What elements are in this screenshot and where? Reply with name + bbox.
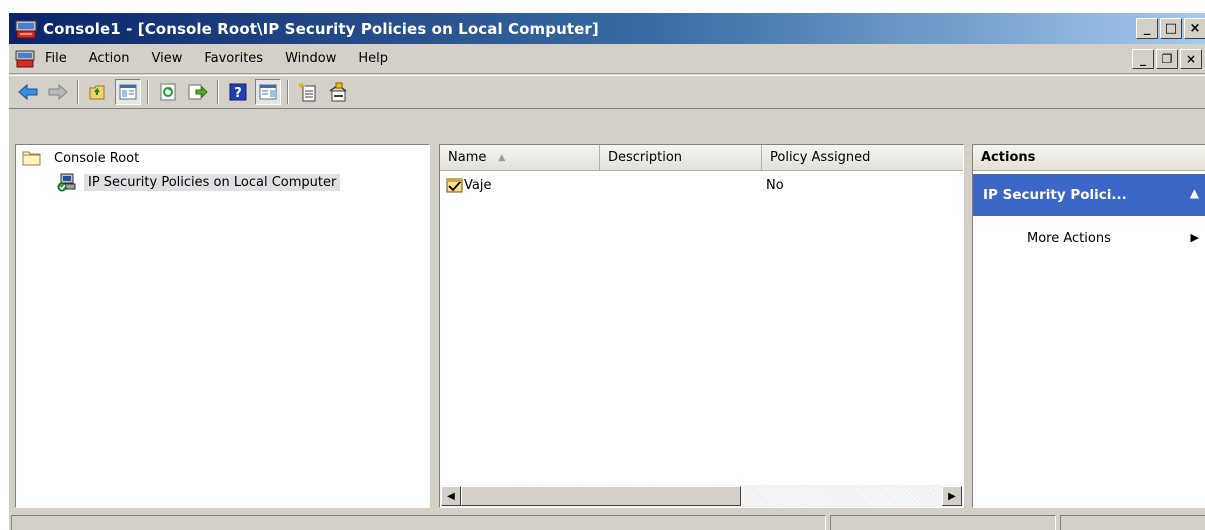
- menu-help[interactable]: Help: [358, 51, 388, 66]
- column-header-policy-assigned[interactable]: Policy Assigned: [762, 145, 963, 171]
- svg-text:?: ?: [234, 86, 242, 101]
- mmc-app-icon: [15, 19, 37, 39]
- status-bar: [9, 513, 1205, 530]
- collapse-up-icon[interactable]: ▲: [1190, 186, 1199, 200]
- tree-item-console-root[interactable]: Console Root: [22, 147, 143, 169]
- scroll-left-button[interactable]: ◀: [441, 486, 461, 506]
- status-panel-main: [11, 515, 826, 530]
- new-policy-icon[interactable]: [295, 79, 321, 105]
- help-icon[interactable]: ?: [225, 79, 251, 105]
- show-action-pane-icon[interactable]: [255, 79, 281, 105]
- back-icon[interactable]: [15, 79, 41, 105]
- scroll-right-button[interactable]: ▶: [942, 486, 962, 506]
- column-header-label: Name: [448, 150, 487, 165]
- status-panel-3: [1060, 515, 1205, 530]
- scrollbar-thumb[interactable]: [461, 486, 741, 506]
- mdi-close-button[interactable]: ×: [1180, 49, 1202, 69]
- menu-view[interactable]: View: [151, 51, 182, 66]
- menu-file[interactable]: File: [45, 51, 67, 66]
- window-title: Console1 - [Console Root\IP Security Pol…: [43, 19, 599, 38]
- folder-icon: [22, 149, 42, 167]
- actions-group-ip-security-policies[interactable]: IP Security Polici... ▲: [973, 174, 1205, 216]
- policy-name: Vaje: [464, 178, 492, 193]
- toolbar-separator: [77, 80, 79, 104]
- menu-bar: File Action View Favorites Window Help _…: [9, 44, 1205, 74]
- toolbar-separator: [287, 80, 289, 104]
- export-list-icon[interactable]: [185, 79, 211, 105]
- maximize-button[interactable]: □: [1160, 18, 1182, 39]
- title-bar[interactable]: Console1 - [Console Root\IP Security Pol…: [9, 13, 1205, 44]
- mdi-restore-button[interactable]: ❐: [1156, 49, 1178, 69]
- column-header-name[interactable]: Name ▲: [440, 145, 600, 171]
- column-header-description[interactable]: Description: [600, 145, 762, 171]
- toolbar: ?: [9, 75, 1205, 109]
- refresh-icon[interactable]: [155, 79, 181, 105]
- horizontal-scrollbar[interactable]: ◀ ▶: [440, 485, 963, 507]
- status-panel-2: [830, 515, 1056, 530]
- console-tree-pane[interactable]: Console Root IP Security Policies on Loc…: [15, 144, 430, 508]
- minimize-button[interactable]: _: [1136, 18, 1158, 39]
- ip-security-policy-icon: [56, 172, 80, 192]
- menu-favorites[interactable]: Favorites: [204, 51, 263, 66]
- toolbar-separator: [217, 80, 219, 104]
- actions-pane: Actions IP Security Polici... ▲ More Act…: [972, 144, 1205, 508]
- column-header-label: Policy Assigned: [770, 150, 871, 165]
- policy-icon: [446, 177, 464, 195]
- menu-window[interactable]: Window: [285, 51, 336, 66]
- submenu-arrow-icon[interactable]: ▶: [1191, 231, 1199, 244]
- tree-label: Console Root: [54, 150, 140, 166]
- more-actions-item[interactable]: More Actions: [1027, 231, 1111, 246]
- policy-assigned-value: No: [766, 178, 784, 193]
- mdi-child-icon[interactable]: [15, 50, 35, 68]
- show-tree-icon[interactable]: [115, 79, 141, 105]
- sort-ascending-icon: ▲: [498, 152, 506, 163]
- result-list-pane[interactable]: Name ▲ Description Policy Assigned Vaje …: [439, 144, 964, 508]
- actions-header: Actions: [973, 145, 1205, 171]
- column-header-label: Description: [608, 150, 683, 165]
- tree-label: IP Security Policies on Local Computer: [84, 173, 341, 191]
- menu-action[interactable]: Action: [89, 51, 130, 66]
- forward-icon[interactable]: [45, 79, 71, 105]
- toolbar-separator: [147, 80, 149, 104]
- up-folder-icon[interactable]: [85, 79, 111, 105]
- close-button[interactable]: ×: [1184, 18, 1205, 39]
- tree-item-ip-security-policies[interactable]: IP Security Policies on Local Computer: [56, 171, 341, 193]
- actions-group-label: IP Security Polici...: [983, 187, 1127, 203]
- mdi-minimize-button[interactable]: _: [1132, 49, 1154, 69]
- list-item[interactable]: Vaje No: [440, 177, 960, 197]
- manage-filters-icon[interactable]: [325, 79, 351, 105]
- mmc-window: Console1 - [Console Root\IP Security Pol…: [8, 12, 1205, 530]
